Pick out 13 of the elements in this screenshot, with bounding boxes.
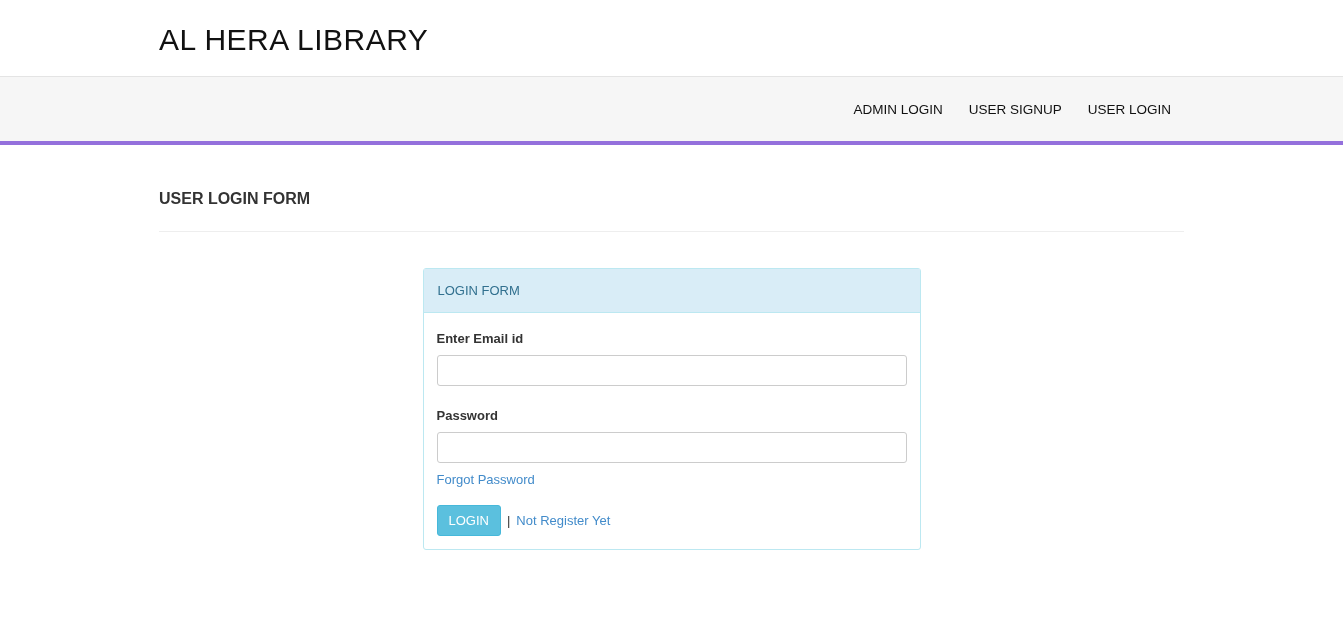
- input-field[interactable]: [436, 355, 907, 386]
- panel-title: LOGIN FORM: [437, 283, 520, 298]
- page-heading: USER LOGIN FORM: [159, 189, 312, 208]
- nav-link[interactable]: USER SIGNUP: [955, 101, 1075, 117]
- site-title: AL HERA LIBRARY: [159, 23, 429, 56]
- separator: |: [506, 513, 511, 528]
- input-field[interactable]: [436, 432, 907, 463]
- field-label: Password: [436, 408, 498, 423]
- nav-link[interactable]: ADMIN LOGIN: [840, 101, 956, 117]
- field-label: Enter Email id: [436, 331, 524, 346]
- nav-link[interactable]: USER LOGIN: [1074, 101, 1184, 117]
- forgot-password-link[interactable]: Forgot Password: [436, 472, 535, 487]
- register-link[interactable]: Not Register Yet: [516, 513, 611, 528]
